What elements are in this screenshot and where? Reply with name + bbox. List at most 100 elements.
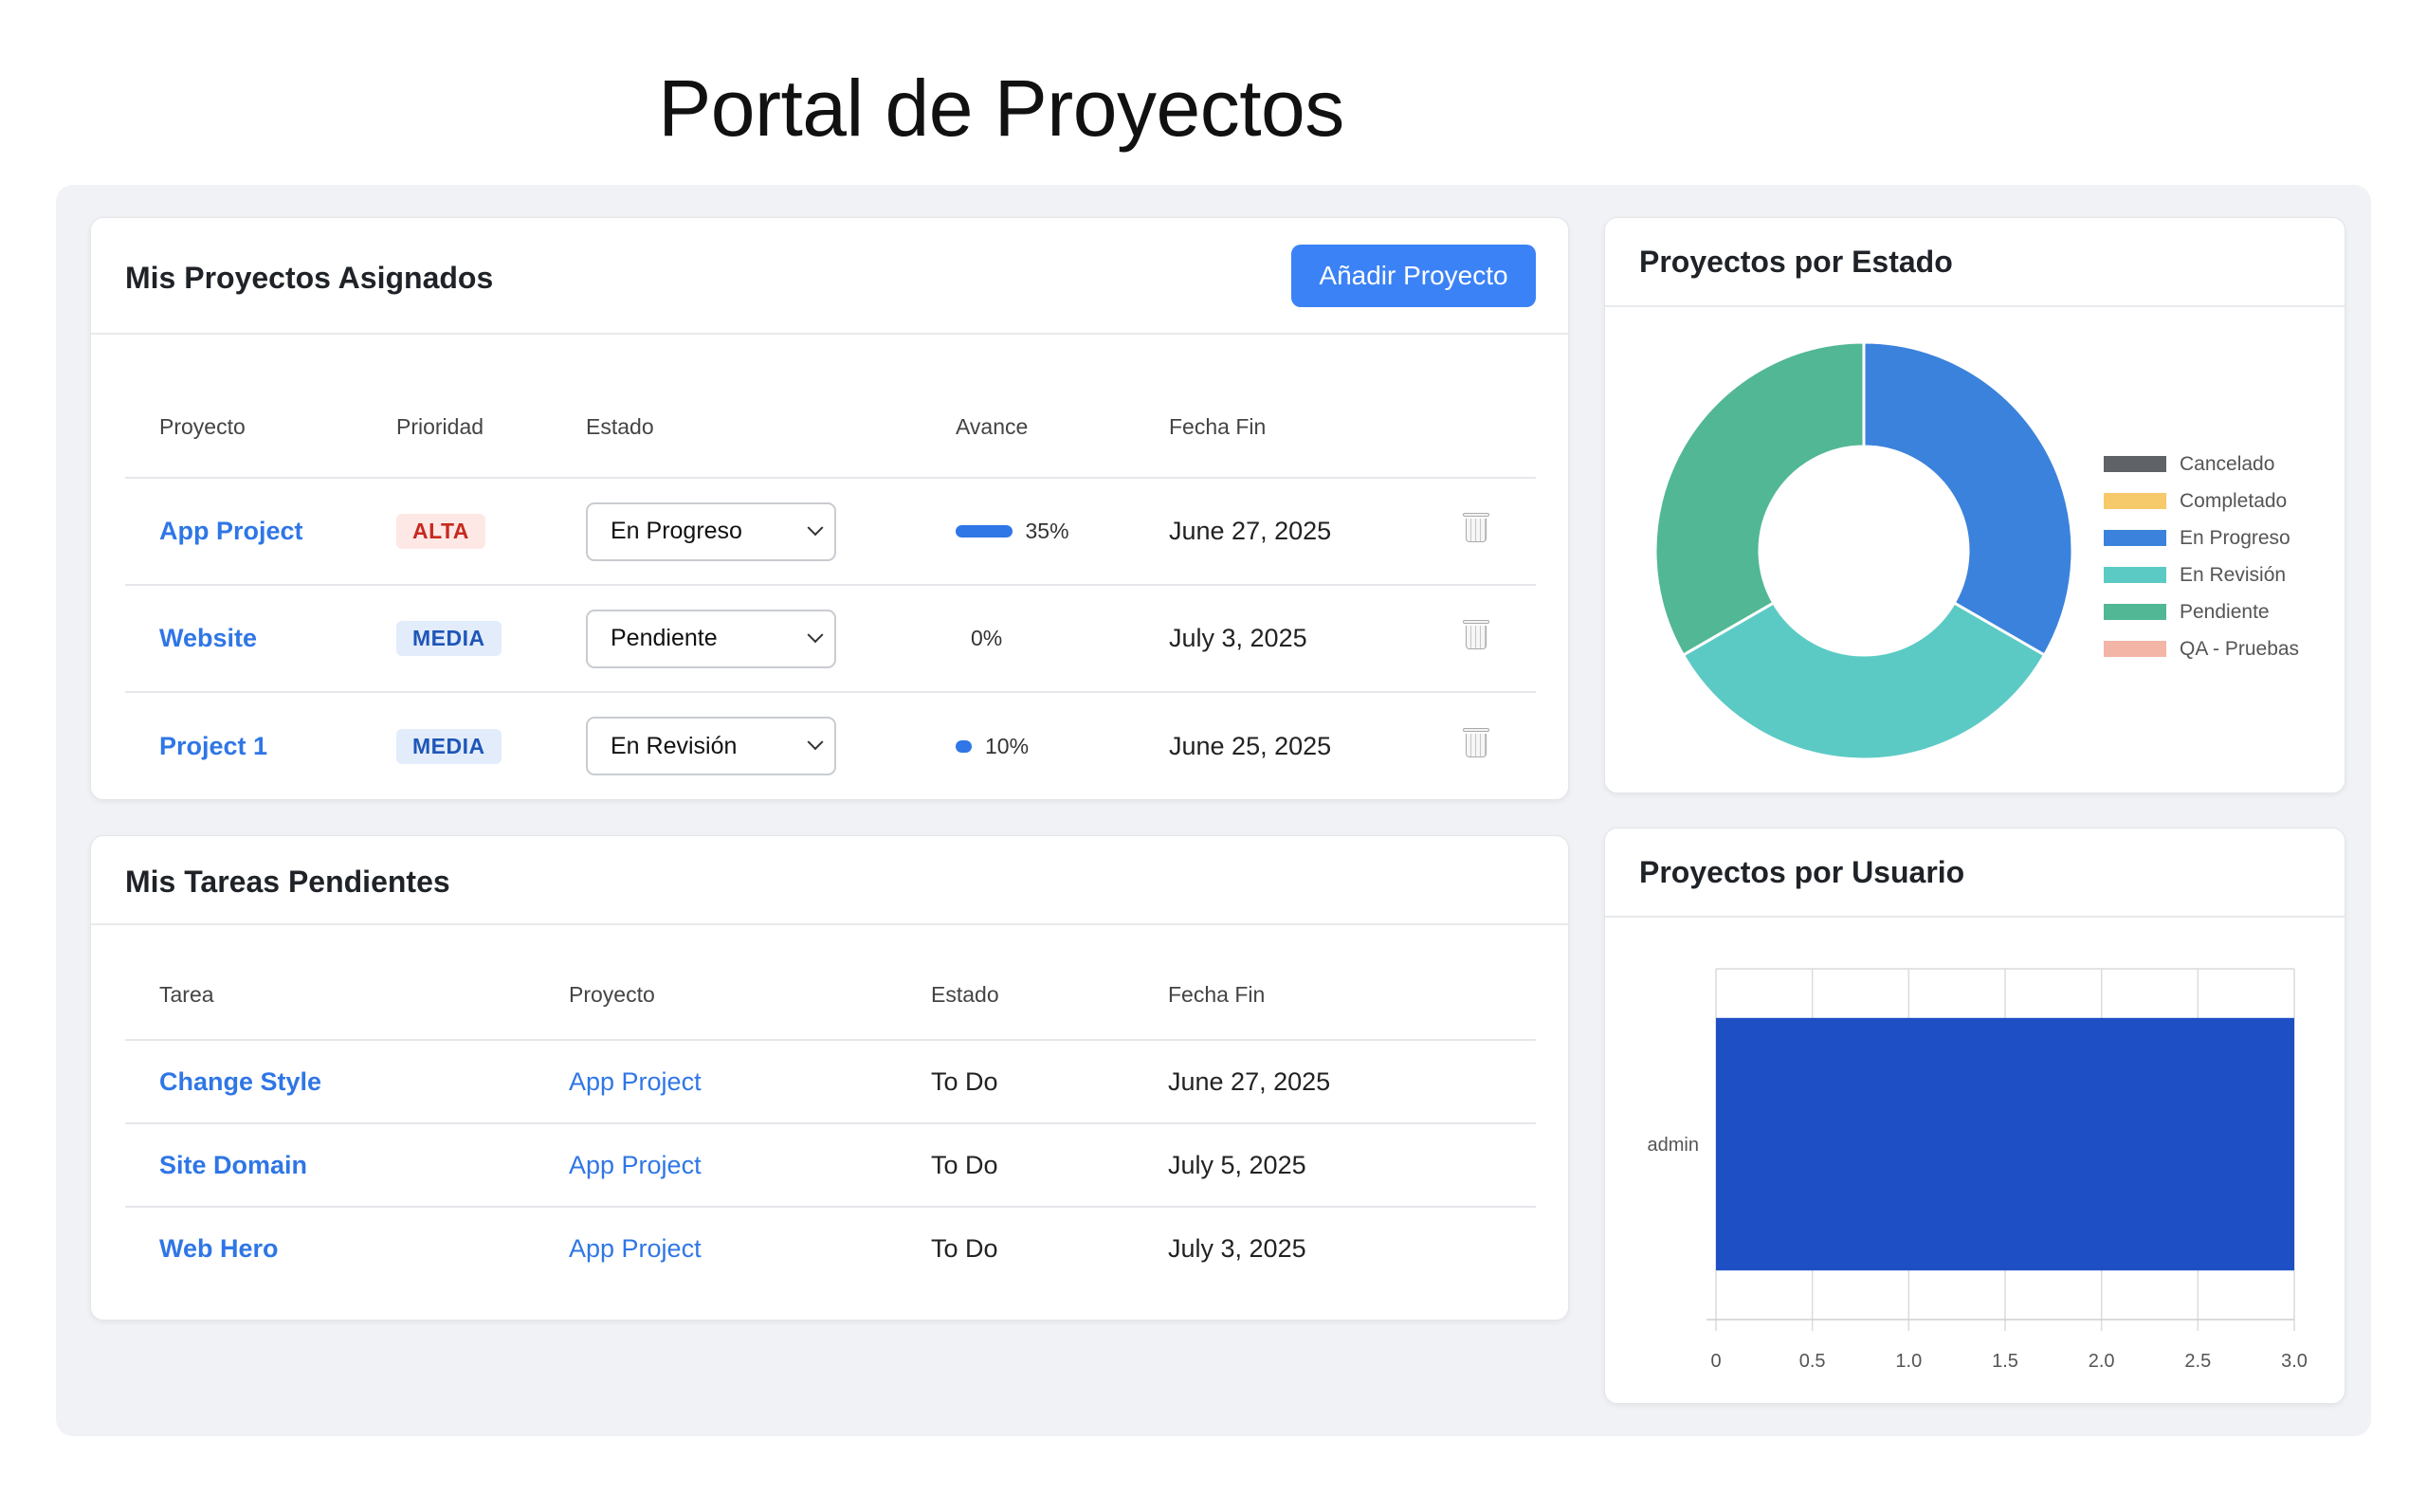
- projects-table: Proyecto Prioridad Estado Avance Fecha F…: [125, 377, 1536, 799]
- progress-indicator: 10%: [956, 734, 1135, 759]
- end-date: July 3, 2025: [1169, 624, 1307, 652]
- status-donut-chart: [1653, 340, 2074, 761]
- chevron-down-icon: [807, 519, 824, 536]
- project-name-link[interactable]: Website: [159, 624, 257, 652]
- tasks-card-header: Mis Tareas Pendientes: [91, 836, 1568, 925]
- task-project-link[interactable]: App Project: [569, 1067, 702, 1096]
- legend-label: QA - Pruebas: [2180, 637, 2300, 660]
- tasks-table-header: Tarea Proyecto Estado Fecha Fin: [125, 950, 1536, 1040]
- project-row: Project 1 MEDIA En Revisión 10% June 25,…: [125, 692, 1536, 799]
- trash-icon[interactable]: [1463, 513, 1489, 543]
- legend-item[interactable]: Cancelado: [2104, 446, 2299, 483]
- legend-item[interactable]: En Progreso: [2104, 519, 2299, 556]
- projects-card-header: Mis Proyectos Asignados Añadir Proyecto: [91, 218, 1568, 335]
- col-header-task: Tarea: [159, 981, 214, 1007]
- task-row: Site Domain App Project To Do July 5, 20…: [125, 1123, 1536, 1207]
- priority-badge: MEDIA: [396, 728, 502, 764]
- priority-badge: MEDIA: [396, 621, 502, 656]
- status-select[interactable]: Pendiente: [586, 609, 836, 668]
- projects-card: Mis Proyectos Asignados Añadir Proyecto …: [90, 217, 1569, 800]
- bar-admin[interactable]: [1716, 1017, 2294, 1271]
- legend-label: Completado: [2180, 489, 2288, 512]
- x-tick-label: 0.5: [1799, 1351, 1826, 1372]
- user-chart-title: Proyectos por Usuario: [1639, 855, 1965, 889]
- progress-bar: [956, 525, 1013, 537]
- trash-icon[interactable]: [1463, 727, 1489, 758]
- x-tick-label: 1.5: [1992, 1351, 2018, 1372]
- donut-slice-en-revisi-n[interactable]: [1681, 600, 2047, 761]
- progress-bar: [956, 739, 972, 753]
- task-name-link[interactable]: Site Domain: [159, 1151, 307, 1179]
- donut-slice-pendiente[interactable]: [1653, 340, 1866, 658]
- dashboard: Mis Proyectos Asignados Añadir Proyecto …: [56, 185, 2371, 1436]
- col-header-status: Estado: [586, 414, 654, 439]
- col-header-project: Proyecto: [159, 414, 246, 439]
- chevron-down-icon: [807, 734, 824, 751]
- add-project-button[interactable]: Añadir Proyecto: [1291, 245, 1536, 307]
- donut-slice-en-progreso[interactable]: [1862, 340, 2074, 658]
- col-header-status: Estado: [931, 981, 999, 1007]
- status-select[interactable]: En Revisión: [586, 717, 836, 775]
- progress-indicator: 35%: [956, 519, 1135, 544]
- status-select[interactable]: En Progreso: [586, 501, 836, 561]
- x-tick-label: 2.0: [2089, 1351, 2115, 1372]
- task-project-link[interactable]: App Project: [569, 1234, 702, 1263]
- legend-swatch: [2104, 456, 2166, 472]
- status-chart-card: Proyectos por Estado Cancelado Completado…: [1604, 217, 2345, 793]
- legend-swatch: [2104, 530, 2166, 546]
- progress-label: 10%: [985, 733, 1030, 758]
- status-chart-header: Proyectos por Estado: [1605, 218, 2345, 307]
- status-chart-legend: Cancelado Completado En Progreso En Revisió…: [2104, 446, 2299, 667]
- legend-label: Pendiente: [2180, 600, 2270, 623]
- legend-swatch: [2104, 567, 2166, 583]
- page-title: Portal de Proyectos: [658, 64, 1344, 153]
- legend-item[interactable]: Completado: [2104, 483, 2299, 519]
- task-row: Web Hero App Project To Do July 3, 2025: [125, 1207, 1536, 1290]
- col-header-priority: Prioridad: [396, 414, 484, 439]
- col-header-progress: Avance: [956, 414, 1029, 439]
- y-tick-label: admin: [1648, 1135, 1699, 1156]
- progress-label: 35%: [1025, 519, 1069, 543]
- legend-label: En Progreso: [2180, 526, 2290, 549]
- end-date: June 27, 2025: [1169, 517, 1332, 545]
- user-chart-card: Proyectos por Usuario 0 0.5 1.0 1.5 2.0 2.5 3.…: [1604, 828, 2345, 1404]
- x-tick-label: 0: [1710, 1351, 1721, 1372]
- tasks-card: Mis Tareas Pendientes Tarea Proyecto Est…: [90, 835, 1569, 1321]
- user-bar-chart: 0 0.5 1.0 1.5 2.0 2.5 3.0 admin: [1648, 968, 2308, 1372]
- legend-swatch: [2104, 493, 2166, 509]
- col-header-project: Proyecto: [569, 981, 655, 1007]
- progress-indicator: 0%: [956, 626, 1135, 651]
- legend-label: Cancelado: [2180, 452, 2275, 475]
- legend-swatch: [2104, 641, 2166, 657]
- legend-item[interactable]: En Revisión: [2104, 556, 2299, 593]
- projects-card-title: Mis Proyectos Asignados: [125, 261, 494, 295]
- x-tick-label: 3.0: [2281, 1351, 2308, 1372]
- x-tick-label: 2.5: [2184, 1351, 2211, 1372]
- task-status: To Do: [931, 1150, 998, 1179]
- task-end-date: June 27, 2025: [1168, 1066, 1331, 1096]
- project-row: App Project ALTA En Progreso 35% June 27…: [125, 478, 1536, 585]
- chevron-down-icon: [807, 626, 824, 643]
- projects-table-header: Proyecto Prioridad Estado Avance Fecha F…: [125, 377, 1536, 478]
- task-end-date: July 5, 2025: [1168, 1150, 1306, 1179]
- project-name-link[interactable]: App Project: [159, 517, 303, 545]
- task-status: To Do: [931, 1234, 998, 1263]
- legend-item[interactable]: QA - Pruebas: [2104, 630, 2299, 667]
- task-name-link[interactable]: Web Hero: [159, 1234, 279, 1263]
- col-header-end-date: Fecha Fin: [1168, 981, 1266, 1007]
- status-chart-title: Proyectos por Estado: [1639, 245, 1953, 279]
- trash-icon[interactable]: [1463, 620, 1489, 650]
- priority-badge: ALTA: [396, 514, 485, 549]
- task-project-link[interactable]: App Project: [569, 1151, 702, 1179]
- legend-label: En Revisión: [2180, 563, 2287, 586]
- x-tick-label: 1.0: [1895, 1351, 1922, 1372]
- legend-item[interactable]: Pendiente: [2104, 593, 2299, 630]
- project-row: Website MEDIA Pendiente 0% July 3, 2025: [125, 585, 1536, 692]
- col-header-end-date: Fecha Fin: [1169, 414, 1267, 439]
- end-date: June 25, 2025: [1169, 731, 1332, 760]
- task-row: Change Style App Project To Do June 27, …: [125, 1040, 1536, 1123]
- user-chart-header: Proyectos por Usuario: [1605, 829, 2345, 918]
- project-name-link[interactable]: Project 1: [159, 732, 267, 760]
- task-name-link[interactable]: Change Style: [159, 1067, 321, 1096]
- task-end-date: July 3, 2025: [1168, 1234, 1306, 1263]
